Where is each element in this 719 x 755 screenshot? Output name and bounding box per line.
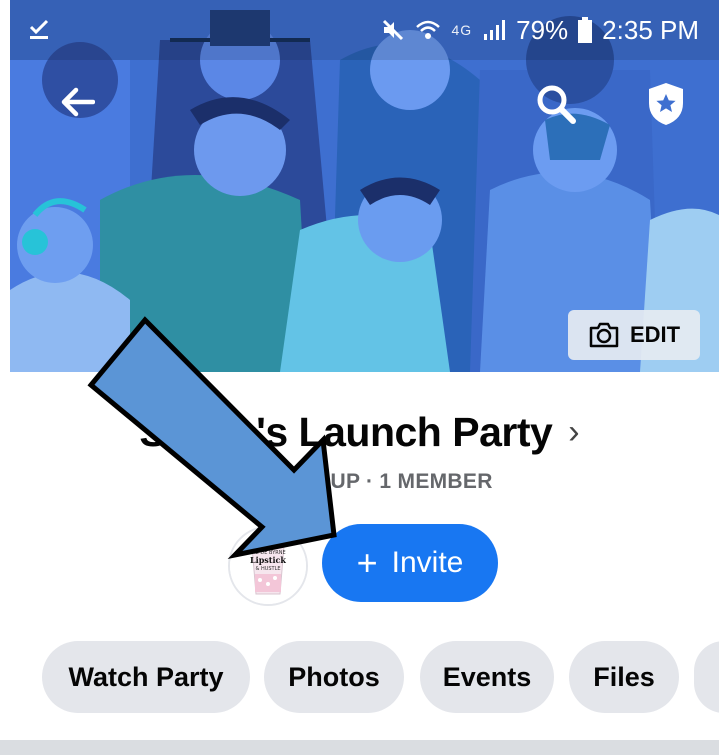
chevron-right-icon: ›	[568, 412, 580, 451]
battery-percent: 79%	[516, 14, 569, 45]
download-done-icon	[29, 19, 49, 39]
camera-icon	[589, 322, 619, 348]
tab-files[interactable]: Files	[569, 641, 679, 713]
group-admin-button[interactable]	[638, 76, 694, 132]
group-tabs: Watch Party Photos Events Files	[0, 641, 719, 713]
avatar-image: DIE DE BYRNE Lipstick & HUSTLE	[230, 528, 306, 604]
clock: 2:35 PM	[602, 14, 699, 45]
plus-icon: +	[356, 542, 378, 583]
tab-events[interactable]: Events	[420, 641, 554, 713]
shield-star-icon	[649, 83, 683, 125]
mute-icon	[383, 19, 404, 41]
search-button[interactable]	[528, 76, 584, 132]
invite-label: Invite	[391, 546, 464, 579]
group-privacy-members[interactable]: P OUP · 1 MEMBER	[0, 470, 719, 494]
avatar-text-bottom: & HUSTLE	[255, 566, 280, 572]
search-icon	[537, 85, 576, 124]
wifi-icon	[416, 20, 441, 39]
cover-photo[interactable]: 4G 79% 2:35 PM EDIT	[10, 0, 719, 372]
avatar-text-main: Lipstick	[250, 555, 286, 565]
status-left	[28, 19, 50, 41]
network-type: 4G	[451, 22, 473, 38]
signal-icon	[484, 20, 506, 40]
edit-label: EDIT	[629, 322, 681, 347]
status-bar: 4G 79% 2:35 PM	[10, 0, 719, 60]
tab-photos[interactable]: Photos	[264, 641, 404, 713]
tab-more[interactable]	[694, 641, 719, 713]
status-right: 4G 79% 2:35 PM	[381, 15, 699, 46]
battery-icon	[578, 17, 593, 43]
group-title-row[interactable]: Sh 's Launch Party ›	[0, 402, 719, 462]
section-divider	[0, 740, 719, 755]
edit-cover-button[interactable]: EDIT	[568, 310, 700, 360]
arrow-left-icon	[61, 87, 95, 117]
member-avatar[interactable]: DIE DE BYRNE Lipstick & HUSTLE	[228, 526, 308, 606]
invite-button[interactable]: + Invite	[322, 524, 498, 602]
group-title[interactable]: Sh 's Launch Party	[139, 409, 552, 456]
back-button[interactable]	[48, 76, 108, 128]
tab-watch-party[interactable]: Watch Party	[42, 641, 250, 713]
